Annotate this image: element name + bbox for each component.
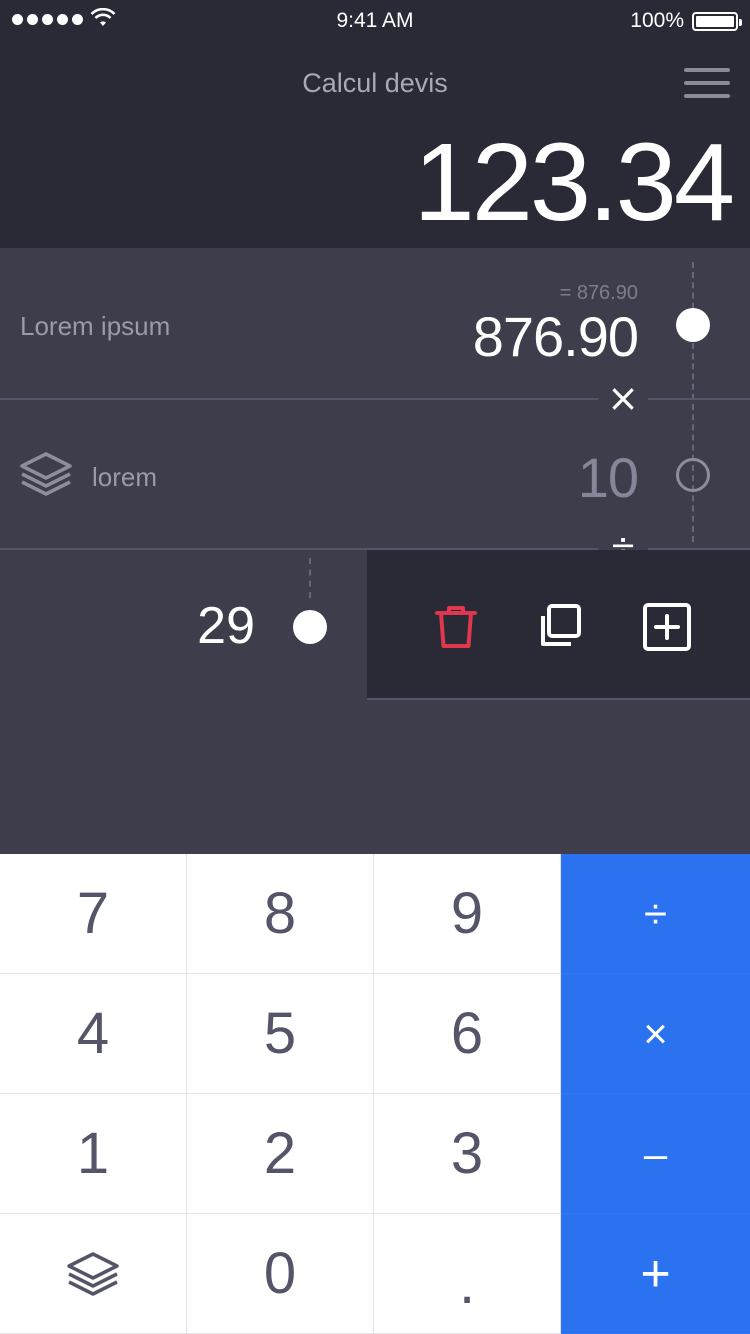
key-multiply[interactable]: × <box>561 974 750 1094</box>
add-row-button[interactable] <box>642 602 692 652</box>
key-8[interactable]: 8 <box>187 854 374 974</box>
row-label: lorem <box>92 462 158 492</box>
calc-row-3[interactable]: 29 <box>0 550 750 700</box>
key-6[interactable]: 6 <box>374 974 561 1094</box>
row-actions-panel <box>367 550 750 698</box>
row-handle-filled[interactable] <box>293 610 327 644</box>
row-value: 876.90 <box>472 305 639 368</box>
battery-percentage: 100% <box>630 9 684 32</box>
key-2[interactable]: 2 <box>187 1094 374 1214</box>
key-layers[interactable] <box>0 1214 187 1334</box>
key-0[interactable]: 0 <box>187 1214 374 1334</box>
row-connector-line <box>309 558 311 598</box>
duplicate-button[interactable] <box>535 602 585 652</box>
key-subtract[interactable]: – <box>561 1094 750 1214</box>
key-9[interactable]: 9 <box>374 854 561 974</box>
row-value: 29 <box>197 597 255 655</box>
layers-icon <box>20 452 72 496</box>
key-7[interactable]: 7 <box>0 854 187 974</box>
row-subtotal: = 876.90 <box>559 282 638 304</box>
status-bar: 9:41 AM 100% <box>0 0 750 40</box>
header: Calcul devis 123.34 <box>0 40 750 248</box>
key-3[interactable]: 3 <box>374 1094 561 1214</box>
key-1[interactable]: 1 <box>0 1094 187 1214</box>
row-label: Lorem ipsum <box>20 311 171 341</box>
page-title: Calcul devis <box>302 68 448 98</box>
battery-icon <box>692 12 742 31</box>
key-divide[interactable]: ÷ <box>561 854 750 974</box>
calculation-rows: Lorem ipsum = 876.90 876.90 × lorem 10 ÷… <box>0 248 750 854</box>
key-add[interactable]: + <box>561 1214 750 1334</box>
total-display: 123.34 <box>413 121 735 244</box>
delete-button[interactable] <box>431 602 481 652</box>
key-5[interactable]: 5 <box>187 974 374 1094</box>
row-handle-outline[interactable] <box>676 458 710 492</box>
key-4[interactable]: 4 <box>0 974 187 1094</box>
keypad: 7 8 9 ÷ 4 5 6 × 1 2 3 – 0 . + <box>0 854 750 1334</box>
row-value: 10 <box>577 446 639 509</box>
row-3-content[interactable]: 29 <box>0 550 367 700</box>
menu-icon[interactable] <box>684 68 730 102</box>
row-handle-filled[interactable] <box>676 308 710 342</box>
layers-icon <box>67 1251 119 1296</box>
key-decimal[interactable]: . <box>374 1214 561 1334</box>
